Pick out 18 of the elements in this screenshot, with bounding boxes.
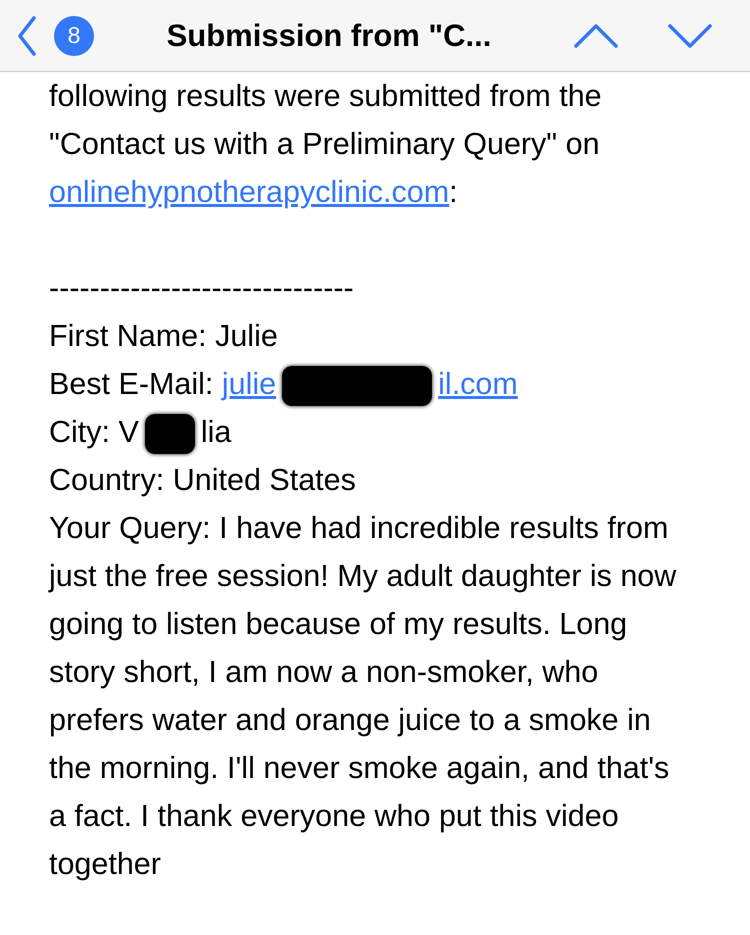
field-value: lia	[200, 415, 232, 449]
field-label: City:	[49, 415, 110, 449]
email-link[interactable]: il.com	[438, 367, 518, 401]
website-link[interactable]: onlinehypnotherapyclinic.com	[49, 175, 450, 209]
intro-paragraph: following results were submitted from the "Contact us with a Preliminary Query" on onlinehypnotherapyclinic.com:	[49, 78, 603, 211]
message-title: Submission from "C...	[166, 18, 492, 54]
back-icon[interactable]	[18, 16, 36, 56]
next-icon[interactable]	[668, 24, 712, 48]
previous-icon[interactable]	[574, 24, 618, 48]
field-label: Best E-Mail:	[49, 367, 214, 401]
field-line: Country: United States	[49, 462, 357, 499]
field-value: V	[118, 415, 139, 449]
redaction-mark	[144, 414, 195, 454]
field-line: First Name: Julie	[49, 318, 279, 355]
dashed-divider: ------------------------------	[49, 270, 355, 307]
field-line: Your Query: I have had incredible results from just the free session! My adult daughter is now going to listen because of my results. Long story short, I am now a non-smoker, who prefers water and orange juice to a smoke in the morning. I'll never smoke again, and that's a fact. I thank everyone who put this video together	[49, 510, 678, 883]
email-link[interactable]: julie	[222, 367, 276, 401]
unread-badge: 8	[54, 16, 94, 56]
